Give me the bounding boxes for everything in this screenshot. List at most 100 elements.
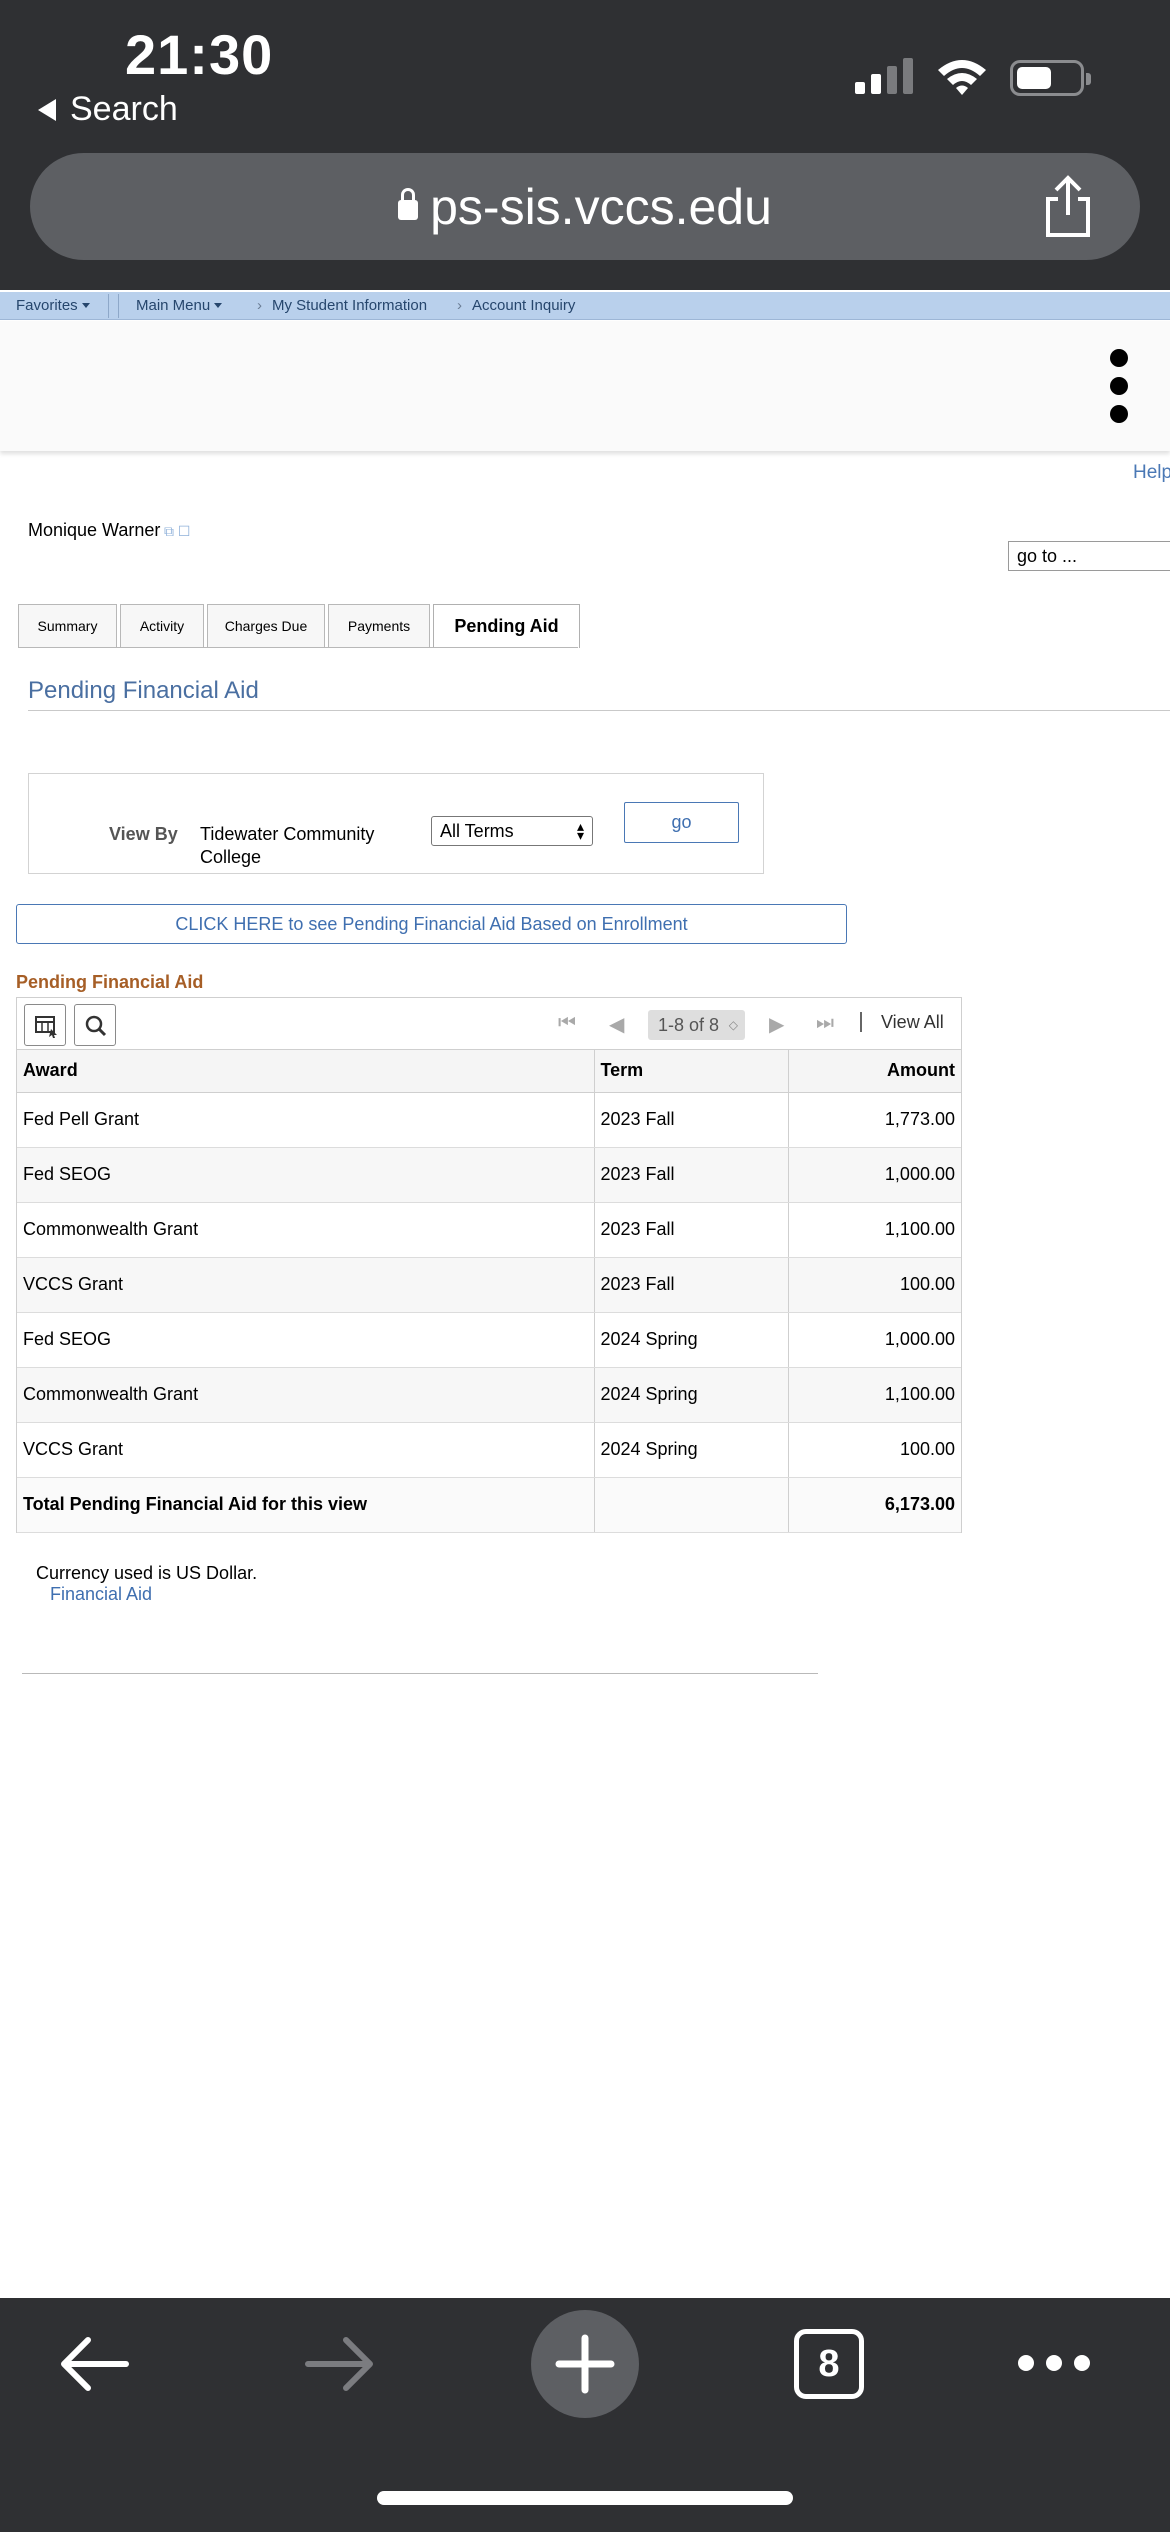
table-row: VCCS Grant 2024 Spring 100.00 [17, 1422, 961, 1478]
page-header-band [0, 321, 1170, 451]
back-arrow-icon[interactable] [58, 2332, 130, 2396]
pending-aid-grid: ⏮ ◀ 1-8 of 8 ◇ ▶ ⏭ View All Award Term Am… [16, 997, 962, 1533]
financial-aid-link[interactable]: Financial Aid [50, 1584, 152, 1605]
grid-toolbar: ⏮ ◀ 1-8 of 8 ◇ ▶ ⏭ View All [17, 998, 961, 1050]
first-page-icon[interactable]: ⏮ [558, 1012, 576, 1035]
table-row: Fed SEOG 2023 Fall 1,000.00 [17, 1147, 961, 1203]
forward-arrow-icon[interactable] [304, 2332, 376, 2396]
footer-divider [22, 1673, 818, 1674]
select-arrows-icon: ▴ ▾ [576, 818, 584, 843]
view-by-box: View By Tidewater Community College All … [28, 773, 764, 874]
currency-note: Currency used is US Dollar. [36, 1563, 258, 1583]
term-select[interactable]: All Terms ▴ ▾ [431, 816, 593, 846]
award-cell: Fed Pell Grant [17, 1092, 594, 1148]
address-bar[interactable]: ps-sis.vccs.edu [30, 153, 1140, 260]
view-all-link[interactable]: View All [881, 1012, 944, 1033]
award-cell: Fed SEOG [17, 1312, 594, 1368]
chevron-right-icon: › [457, 297, 462, 314]
status-time: 21:30 [125, 23, 274, 86]
table-row: Fed SEOG 2024 Spring 1,000.00 [17, 1312, 961, 1368]
column-award: Award [17, 1050, 594, 1093]
table-row: Fed Pell Grant 2023 Fall 1,773.00 [17, 1092, 961, 1148]
tab-pending-aid[interactable]: Pending Aid [433, 604, 580, 648]
personalize-grid-button[interactable] [24, 1004, 66, 1046]
student-name: Monique Warner [28, 520, 161, 540]
table-row: VCCS Grant 2023 Fall 100.00 [17, 1257, 961, 1313]
previous-page-icon[interactable]: ◀ [609, 1012, 624, 1037]
url-text: ps-sis.vccs.edu [430, 179, 772, 235]
breadcrumb-account-inquiry[interactable]: › Account Inquiry [457, 297, 575, 314]
total-row: Total Pending Financial Aid for this vie… [17, 1477, 961, 1533]
go-button[interactable]: go [624, 802, 739, 843]
amount-cell: 100.00 [787, 1257, 961, 1313]
grid-title: Pending Financial Aid [16, 972, 204, 992]
search-icon [85, 1015, 107, 1037]
total-amount: 6,173.00 [787, 1477, 961, 1533]
chevron-right-icon: › [257, 297, 262, 314]
tab-divider [18, 647, 578, 648]
cellular-signal-icon [855, 58, 913, 94]
college-name: Tidewater Community College [200, 824, 375, 867]
tab-charges-due[interactable]: Charges Due [207, 604, 325, 647]
amount-cell: 1,100.00 [787, 1367, 961, 1423]
grid-settings-icon [35, 1016, 57, 1038]
term-cell: 2024 Spring [593, 1367, 788, 1423]
back-search-label: Search [70, 90, 178, 128]
help-link[interactable]: Help [1133, 462, 1170, 484]
tab-bar: Summary Activity Charges Due Payments Pe… [18, 604, 580, 648]
title-divider [28, 710, 1170, 711]
column-term: Term [593, 1050, 788, 1093]
caret-down-icon [81, 303, 90, 308]
term-cell: 2024 Spring [593, 1422, 788, 1478]
wifi-icon [938, 60, 986, 95]
total-label: Total Pending Financial Aid for this vie… [17, 1477, 594, 1533]
aid-table: Award Term Amount Fed Pell Grant 2023 Fa… [17, 1050, 961, 1533]
more-icon[interactable] [1018, 2355, 1090, 2371]
breadcrumb-favorites[interactable]: Favorites [16, 297, 90, 314]
plus-icon [555, 2334, 615, 2394]
share-icon[interactable] [1040, 175, 1096, 239]
more-options-icon[interactable] [1110, 349, 1130, 433]
amount-cell: 1,000.00 [787, 1147, 961, 1203]
page-title: Pending Financial Aid [28, 677, 259, 704]
view-by-label: View By [109, 824, 178, 844]
find-in-grid-button[interactable] [74, 1004, 116, 1046]
enrollment-aid-button[interactable]: CLICK HERE to see Pending Financial Aid … [16, 904, 847, 944]
breadcrumb-my-student-information[interactable]: › My Student Information [257, 297, 427, 314]
caret-down-icon [214, 303, 223, 308]
select-arrows-icon: ◇ [728, 1018, 738, 1032]
next-page-icon[interactable]: ▶ [769, 1012, 784, 1037]
amount-cell: 1,000.00 [787, 1312, 961, 1368]
back-triangle-icon [38, 98, 56, 121]
term-cell: 2023 Fall [593, 1092, 788, 1148]
breadcrumb-main-menu[interactable]: Main Menu [136, 297, 223, 314]
last-page-icon[interactable]: ⏭ [816, 1012, 834, 1035]
term-cell: 2023 Fall [593, 1147, 788, 1203]
copy-icon[interactable]: ⧉ ☐ [164, 523, 190, 540]
new-tab-button[interactable] [531, 2310, 639, 2418]
award-cell: Commonwealth Grant [17, 1367, 594, 1423]
page-count-select[interactable]: 1-8 of 8 ◇ [648, 1010, 745, 1040]
amount-cell: 100.00 [787, 1422, 961, 1478]
table-row: Commonwealth Grant 2023 Fall 1,100.00 [17, 1202, 961, 1258]
home-indicator [377, 2491, 793, 2505]
amount-cell: 1,100.00 [787, 1202, 961, 1258]
award-cell: VCCS Grant [17, 1422, 594, 1478]
back-to-search[interactable]: Search [38, 90, 178, 129]
tab-payments[interactable]: Payments [328, 604, 430, 647]
award-cell: VCCS Grant [17, 1257, 594, 1313]
column-amount: Amount [787, 1050, 961, 1093]
browser-top-chrome: 21:30 Search ps-sis.vccs.edu [0, 0, 1170, 290]
table-row: Commonwealth Grant 2024 Spring 1,100.00 [17, 1367, 961, 1423]
tab-summary[interactable]: Summary [18, 604, 117, 647]
tabs-icon[interactable]: 8 [794, 2329, 864, 2399]
award-cell: Commonwealth Grant [17, 1202, 594, 1258]
term-cell: 2023 Fall [593, 1257, 788, 1313]
term-cell: 2023 Fall [593, 1202, 788, 1258]
battery-icon [1010, 60, 1091, 96]
goto-select[interactable]: go to ... [1008, 541, 1170, 571]
amount-cell: 1,773.00 [787, 1092, 961, 1148]
breadcrumb: Favorites Main Menu › My Student Informat… [0, 292, 1170, 320]
tab-activity[interactable]: Activity [120, 604, 204, 647]
term-cell: 2024 Spring [593, 1312, 788, 1368]
